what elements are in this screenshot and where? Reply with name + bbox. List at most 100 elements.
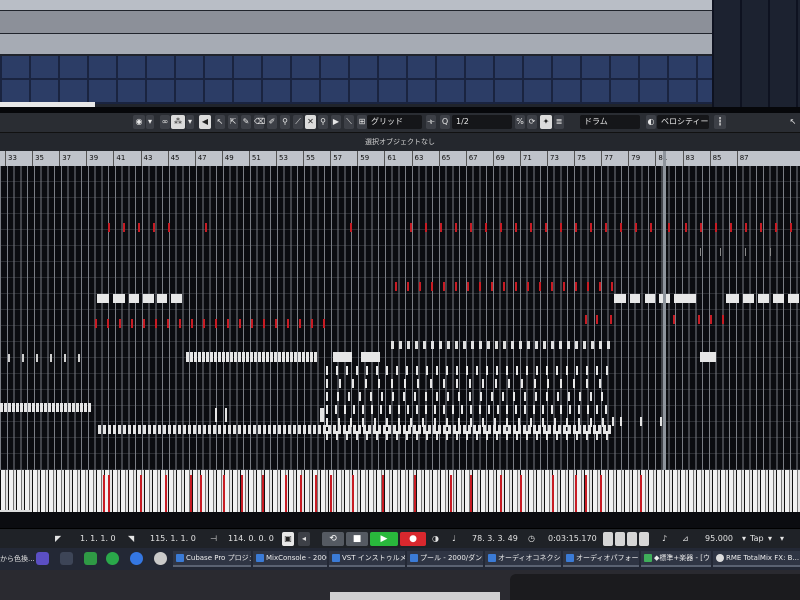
camera-icon[interactable]: ◉ [133, 115, 145, 129]
taskbar-cubase-project[interactable]: Cubase Pro プロジェ... [173, 551, 251, 567]
velocity-bar[interactable] [520, 475, 522, 512]
taskbar-vst-instruments[interactable]: VST インストゥルメント [329, 551, 405, 567]
quantize-select[interactable]: 1/2 [452, 115, 512, 129]
quantize-apply-icon[interactable]: ⟳ [527, 115, 537, 129]
velocity-bar[interactable] [352, 475, 354, 512]
metronome-note-icon[interactable]: ♩ [452, 532, 460, 546]
line-tool-icon[interactable]: ⟍ [344, 115, 354, 129]
glue-icon[interactable]: ⚲ [280, 115, 290, 129]
position-time[interactable]: 0:03:15.170 [548, 532, 597, 546]
arrange-track-lane[interactable] [0, 0, 712, 10]
drum-map-select[interactable]: ドラム [580, 115, 640, 129]
right-locator-value[interactable]: 115. 1. 1. 0 [150, 532, 196, 546]
chevron-down-icon[interactable]: ▾ [742, 532, 750, 546]
velocity-bar[interactable] [200, 475, 202, 512]
play-tool-icon[interactable]: ▶ [331, 115, 341, 129]
link-icon[interactable]: ∞ [160, 115, 170, 129]
mute-tool-icon[interactable]: ✕ [305, 115, 316, 129]
punch-icon[interactable]: ⊣ [210, 532, 218, 546]
velocity-bar[interactable] [330, 475, 332, 512]
velocity-bar[interactable] [315, 475, 317, 512]
chevron-down-icon[interactable]: ▾ [146, 115, 154, 129]
punch-value[interactable]: 114. 0. 0. 0 [228, 532, 274, 546]
left-locator-icon[interactable]: ◤ [55, 532, 63, 546]
pencil-icon[interactable]: ✐ [267, 115, 277, 129]
stop-button[interactable]: ■ [346, 532, 368, 546]
trim-tool-icon[interactable]: ⟋ [293, 115, 303, 129]
velocity-bar[interactable] [640, 475, 642, 512]
velocity-bar[interactable] [223, 475, 225, 512]
velocity-bar[interactable] [165, 475, 167, 512]
velocity-bar[interactable] [382, 475, 384, 512]
play-button[interactable]: ▶ [370, 532, 398, 546]
velocity-bar[interactable] [190, 475, 192, 512]
arrange-midi-region[interactable] [0, 56, 712, 104]
range-tool-icon[interactable]: ⇱ [228, 115, 238, 129]
position-bars[interactable]: 78. 3. 3. 49 [472, 532, 518, 546]
clock-icon[interactable]: ◷ [528, 532, 536, 546]
task-view-icon[interactable] [60, 552, 73, 565]
taskbar-audio-connections[interactable]: オーディオコネクション -... [485, 551, 561, 567]
velocity-lane-select[interactable]: ベロシティー [657, 115, 709, 129]
click-icon[interactable]: ♪ [662, 532, 670, 546]
percent-icon[interactable]: % [515, 115, 525, 129]
quantize-icon[interactable]: Q [440, 115, 450, 129]
chevron-down-icon[interactable]: ▾ [768, 532, 776, 546]
taskbar-mixconsole[interactable]: MixConsole - 2000/... [253, 551, 327, 567]
velocity-bar[interactable] [108, 475, 110, 512]
right-locator-icon[interactable]: ◥ [128, 532, 136, 546]
chevron-down-icon[interactable]: ▾ [186, 115, 194, 129]
marker-4-button[interactable] [639, 532, 649, 546]
taskbar-notepad[interactable]: ◆標準+楽器 - [ウォ... [641, 551, 711, 567]
velocity-bar[interactable] [103, 475, 105, 512]
left-locator-value[interactable]: 1. 1. 1. 0 [80, 532, 116, 546]
velocity-bar[interactable] [140, 475, 142, 512]
grid-icon[interactable]: ⊞ [357, 115, 367, 129]
arrange-track-lane[interactable] [0, 34, 712, 54]
acoustic-feedback-icon[interactable]: ✦ [540, 115, 552, 129]
velocity-bar[interactable] [262, 475, 264, 512]
marker-3-button[interactable] [627, 532, 637, 546]
playhead-cursor[interactable] [663, 151, 666, 471]
speaker-icon[interactable]: ◀ [199, 115, 211, 129]
mixer-icon[interactable]: ┇ [714, 115, 726, 129]
chevron-down-icon[interactable]: ▾ [780, 532, 788, 546]
drum-editor-grid[interactable] [0, 166, 800, 470]
velocity-bar[interactable] [414, 475, 416, 512]
tempo-track-icon[interactable]: ⊿ [682, 532, 690, 546]
velocity-bar[interactable] [552, 475, 554, 512]
object-select-tool-icon[interactable]: ↖ [215, 115, 225, 129]
cycle-button[interactable]: ⟲ [322, 532, 344, 546]
marker-2-button[interactable] [615, 532, 625, 546]
arrange-track-lane[interactable] [0, 11, 712, 33]
taskbar-pool[interactable]: プール - 2000/ダンス/... [407, 551, 483, 567]
tempo-value[interactable]: 95.000 [705, 532, 741, 546]
marker-1-button[interactable] [603, 532, 613, 546]
line-app-icon[interactable] [84, 552, 97, 565]
tap-button[interactable]: Tap [750, 532, 764, 546]
snap-icon[interactable]: ⟛ [426, 115, 436, 129]
velocity-bar[interactable] [470, 475, 472, 512]
velocity-bar[interactable] [600, 475, 602, 512]
taskbar-left-text[interactable]: から色換... [0, 552, 35, 566]
taskbar-totalmix[interactable]: RME TotalMix FX: B... [713, 551, 800, 567]
velocity-icon[interactable]: ◐ [646, 115, 656, 129]
chat-icon[interactable] [106, 552, 119, 565]
bar-ruler[interactable]: 33 35 37 39 41 43 45 47 49 51 53 55 57 59 61 63 65 67 69 71… [0, 151, 800, 166]
velocity-bar[interactable] [500, 475, 502, 512]
velocity-bar[interactable] [300, 475, 302, 512]
velocity-bar[interactable] [450, 475, 452, 512]
velocity-bar[interactable] [285, 475, 287, 512]
velocity-bar[interactable] [241, 475, 243, 512]
auto-select-icon[interactable]: ⁂ [171, 115, 185, 129]
marker-icon[interactable]: ◂ [298, 532, 310, 546]
lock-icon[interactable]: ▣ [282, 532, 294, 546]
record-button[interactable]: ● [400, 532, 426, 546]
messenger-icon[interactable] [130, 552, 143, 565]
erase-tool-icon[interactable]: ⌫ [254, 115, 265, 129]
app-icon[interactable] [36, 552, 49, 565]
velocity-lane[interactable] [0, 470, 800, 512]
taskbar-audio-performance[interactable]: オーディオパフォーマンス [563, 551, 639, 567]
velocity-bar[interactable] [575, 475, 577, 512]
velocity-bar[interactable] [585, 475, 587, 512]
